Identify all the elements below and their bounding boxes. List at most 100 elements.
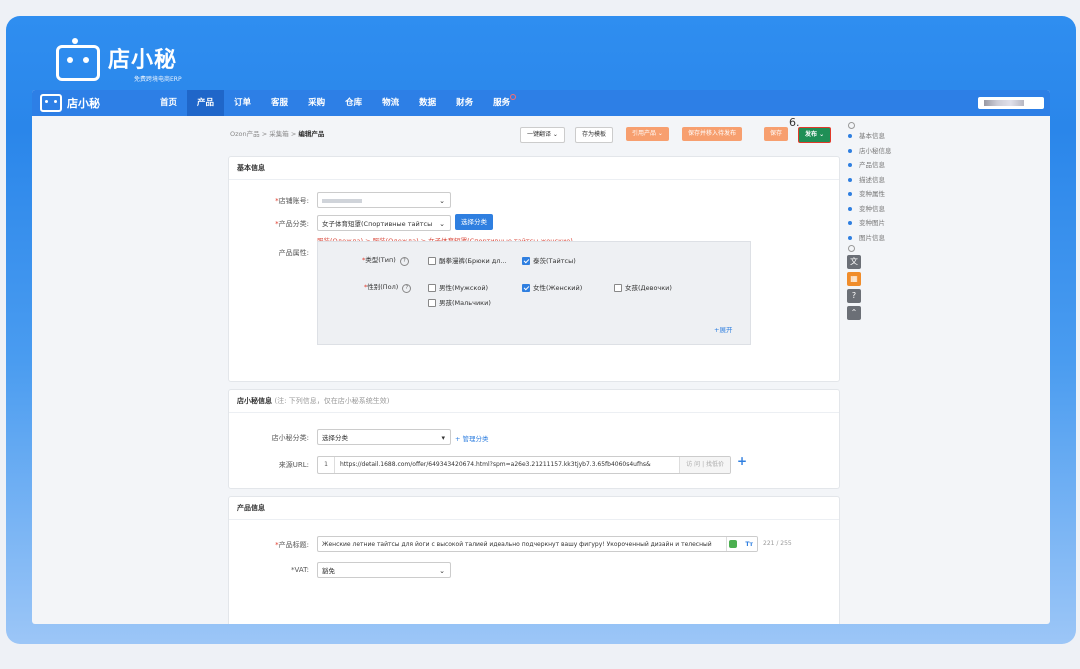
add-url-icon[interactable]: + (737, 454, 747, 468)
gender-label: *性别(Пол)? (364, 281, 412, 293)
notification-dot-icon (510, 94, 517, 100)
nav-finance[interactable]: 财务 (446, 90, 483, 116)
nav-home[interactable]: 首页 (150, 90, 187, 116)
publish-button[interactable]: 发布 ⌄ (798, 127, 832, 143)
help-tool-icon[interactable]: ? (847, 289, 861, 303)
nav-warehouse[interactable]: 仓库 (335, 90, 372, 116)
cite-product-label: 引用产品 (632, 130, 657, 137)
chevron-down-icon: ▾ (441, 434, 445, 442)
anchor-description[interactable]: 描述信息 (846, 173, 946, 188)
attr-label: 产品属性: (278, 249, 309, 257)
gender-option-1[interactable]: 男性(Мужской) (428, 282, 488, 292)
shop-select[interactable]: ⌄ (317, 192, 451, 208)
top-nav: 店小秘 首页 产品 订单 客服 采购 仓库 物流 数据 财务 服务 (32, 90, 1050, 116)
dxm-category-label: 店小秘分类: (271, 434, 309, 442)
attribute-panel: *类型(Тип)? 酗拳漫裤(Брюки дл... 泰茨(Тайтсы) *性… (317, 241, 751, 345)
crumb-ozon[interactable]: Ozon产品 (230, 130, 260, 138)
product-title-label: *产品标题: (275, 541, 309, 549)
translate-label: 一键翻译 (527, 131, 552, 138)
product-info-title: 产品信息 (229, 497, 839, 520)
url-index: 1 (318, 457, 335, 473)
url-visit-action[interactable]: 访 问 | 找低价 (679, 457, 730, 473)
chevron-down-icon: ⌄ (439, 197, 445, 205)
chevron-down-icon: ⌄ (439, 567, 445, 575)
scroll-top-icon[interactable]: ⌃ (847, 306, 861, 320)
checkbox-checked-icon (522, 284, 530, 292)
nav-logistics[interactable]: 物流 (372, 90, 409, 116)
chevron-down-icon: ⌄ (439, 220, 445, 228)
header-row: Ozon产品 > 采集箱 > 编辑产品 一键翻译 ⌄ 存为模板 引用产品 ⌄ 保… (228, 116, 838, 146)
nav-brand: 店小秘 (67, 97, 100, 110)
url-value: https://detail.1688.com/offer/6493434206… (340, 461, 651, 468)
nav-orders[interactable]: 订单 (224, 90, 261, 116)
product-title-value: Женские летние тайтсы для йоги с высокой… (322, 541, 712, 548)
translate-tool-icon[interactable]: 文 (847, 255, 861, 269)
crumb-sep-1: > (261, 130, 268, 138)
nav-purchase[interactable]: 采购 (298, 90, 335, 116)
translate-button[interactable]: 一键翻译 ⌄ (520, 127, 565, 143)
category-value: 女子体育短罩(Спортивные тайтсы (322, 220, 433, 228)
dxm-category-value: 选择分类 (322, 434, 348, 442)
translate-icon[interactable] (729, 540, 737, 548)
help-icon[interactable]: ? (399, 257, 409, 266)
gender-option-2[interactable]: 女性(Женский) (522, 282, 582, 292)
anchor-dxm[interactable]: 店小秘信息 (846, 144, 946, 159)
crumb-collect[interactable]: 采集箱 (269, 130, 289, 138)
save-button[interactable]: 保存 (764, 127, 789, 141)
gender-option-3[interactable]: 女孩(Девочки) (614, 282, 672, 292)
user-account[interactable] (978, 97, 1044, 109)
vat-select[interactable]: 豁免 ⌄ (317, 562, 451, 578)
checkbox-icon (428, 284, 436, 292)
brand-logo: 店小秘 免费跨境电商ERP (56, 37, 182, 83)
checkbox-icon (428, 257, 436, 265)
publish-label: 发布 (805, 131, 818, 138)
basic-info-title: 基本信息 (229, 157, 839, 180)
save-template-button[interactable]: 存为模板 (575, 127, 614, 143)
manage-category-link[interactable]: + 管理分类 (455, 433, 489, 443)
checkbox-checked-icon (522, 257, 530, 265)
grid-tool-icon[interactable]: ▦ (847, 272, 861, 286)
anchor-variant-attr[interactable]: 变种属性 (846, 187, 946, 202)
breadcrumb: Ozon产品 > 采集箱 > 编辑产品 (230, 128, 324, 138)
help-icon[interactable]: ? (402, 284, 412, 293)
source-url-field[interactable]: 1 https://detail.1688.com/offer/649343420… (317, 456, 731, 474)
product-title-input[interactable]: Женские летние тайтсы для йоги с высокой… (317, 536, 758, 552)
checkbox-icon (428, 299, 436, 307)
app-window: 店小秘 首页 产品 订单 客服 采购 仓库 物流 数据 财务 服务 Ozon产品… (32, 90, 1050, 624)
crumb-current: 编辑产品 (298, 130, 325, 138)
nav-service[interactable]: 客服 (261, 90, 298, 116)
nav-product[interactable]: 产品 (187, 90, 225, 116)
anchor-image-info[interactable]: 图片信息 (846, 231, 946, 246)
vat-label: *VAT: (291, 566, 309, 574)
save-join-publish-button[interactable]: 保存并移入待发布 (682, 127, 743, 141)
nav-services[interactable]: 服务 (483, 90, 520, 116)
brand-tagline: 免费跨境电商ERP (134, 76, 182, 83)
category-select[interactable]: 女子体育短罩(Спортивные тайтсы ⌄ (317, 215, 451, 231)
cite-product-button[interactable]: 引用产品 ⌄ (626, 127, 669, 141)
title-char-count: 221 / 255 (763, 540, 792, 547)
gender-option-4[interactable]: 男孩(Мальчики) (428, 297, 491, 307)
type-label: *类型(Тип)? (362, 254, 409, 266)
dxm-info-title: 店小秘信息 (注: 下列信息，仅在店小秘系统生效) (229, 390, 839, 413)
font-size-icon[interactable]: Tт (745, 537, 753, 551)
anchor-product[interactable]: 产品信息 (846, 158, 946, 173)
nav-data[interactable]: 数据 (409, 90, 446, 116)
nav-logo[interactable]: 店小秘 (40, 94, 150, 112)
anchor-nav: 基本信息 店小秘信息 产品信息 描述信息 变种属性 变种信息 变种图片 图片信息… (846, 122, 946, 320)
shop-label: *店铺账号: (275, 197, 309, 205)
type-option-1[interactable]: 酗拳漫裤(Брюки дл... (428, 255, 507, 265)
dxm-category-select[interactable]: 选择分类 ▾ (317, 429, 451, 445)
type-option-2[interactable]: 泰茨(Тайтсы) (522, 255, 576, 265)
expand-link[interactable]: +展开 (714, 324, 732, 334)
anchor-basic[interactable]: 基本信息 (846, 129, 946, 144)
product-info-card: 产品信息 *产品标题: Женские летние тайтсы для йо… (228, 496, 840, 624)
dxm-info-card: 店小秘信息 (注: 下列信息，仅在店小秘系统生效) 店小秘分类: 选择分类 ▾ +… (228, 389, 840, 489)
anchor-variant-image[interactable]: 变种图片 (846, 216, 946, 231)
main-content: Ozon产品 > 采集箱 > 编辑产品 一键翻译 ⌄ 存为模板 引用产品 ⌄ 保… (228, 116, 840, 624)
robot-logo-icon (56, 37, 100, 81)
anchor-variant-info[interactable]: 变种信息 (846, 202, 946, 217)
choose-category-button[interactable]: 选择分类 (455, 214, 493, 230)
vat-value: 豁免 (322, 567, 335, 575)
checkbox-icon (614, 284, 622, 292)
url-label: 来源URL: (278, 461, 309, 469)
